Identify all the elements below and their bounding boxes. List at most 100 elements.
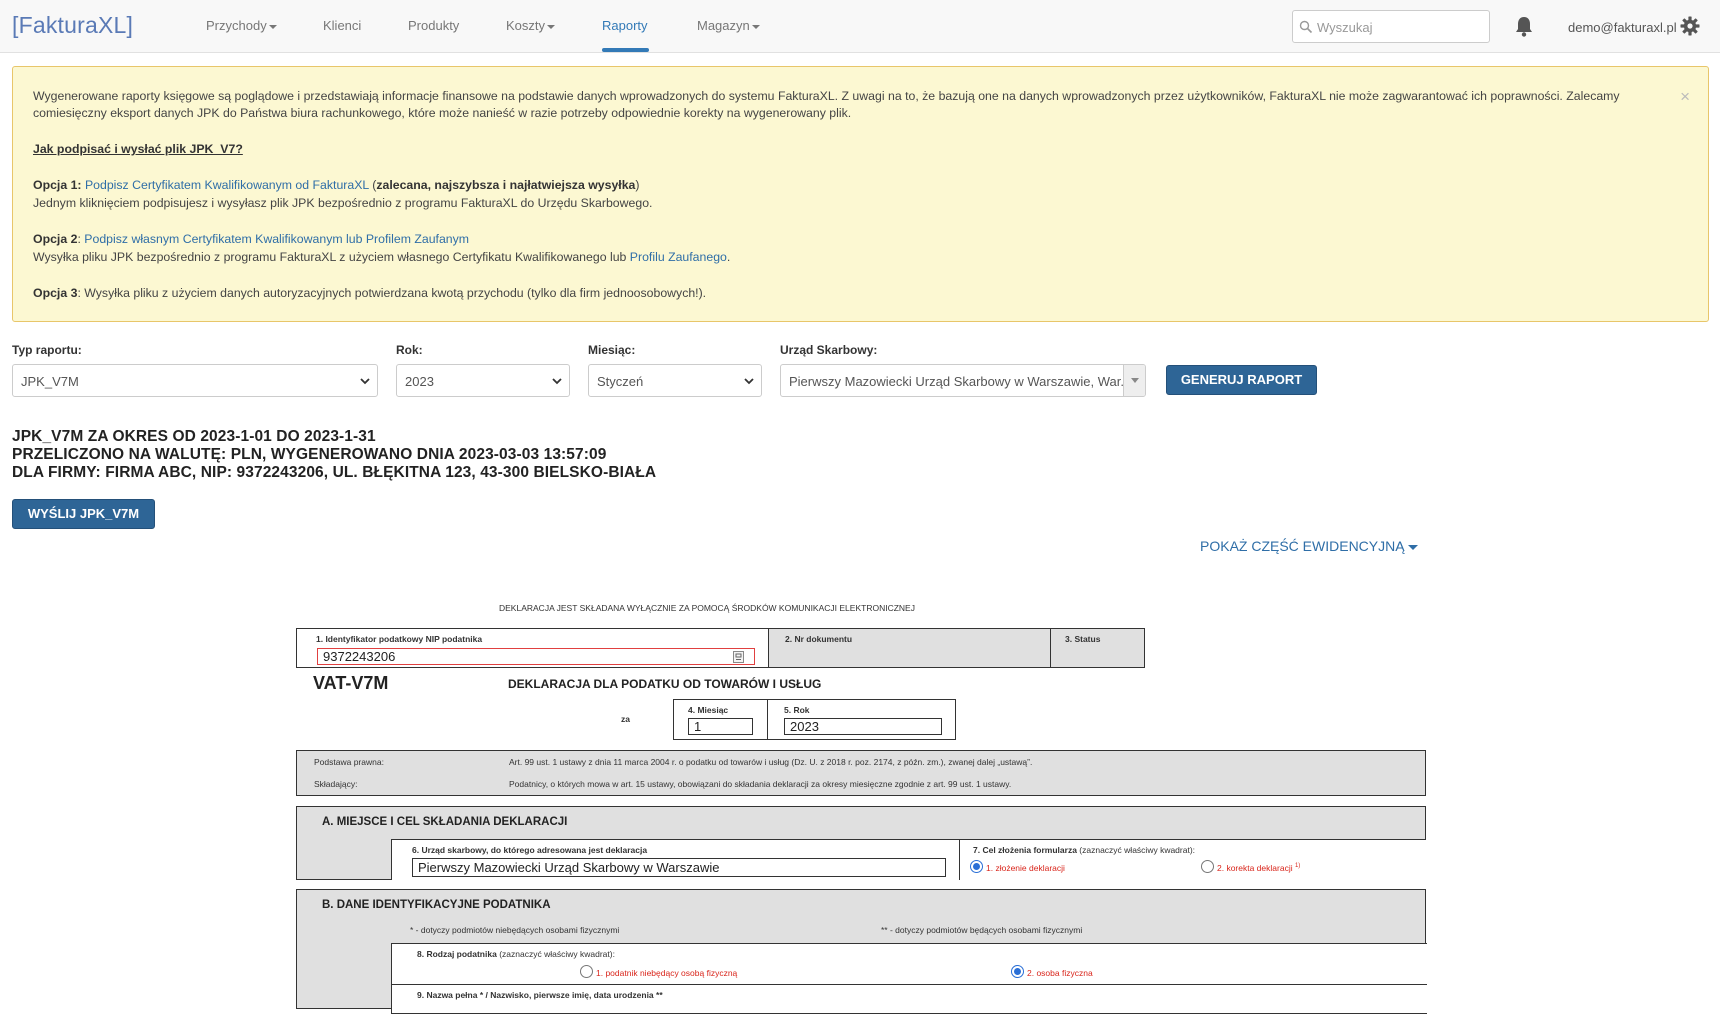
caret-down-icon [1407,544,1418,550]
field-7-box: 7. Cel złożenia formularza (zaznaczyć wł… [959,839,1426,880]
year-input[interactable]: 2023 [784,718,942,735]
option2-label: Opcja 2 [33,232,78,246]
tax-office-input[interactable]: Pierwszy Mazowiecki Urząd Skarbowy w War… [412,858,946,877]
field-7-label: 7. Cel złożenia formularza (zaznaczyć wł… [973,845,1195,855]
legal-basis-text: Art. 99 ust. 1 ustawy z dnia 11 marca 20… [509,757,1033,767]
active-tab-indicator [602,48,649,52]
field-3-label: 3. Status [1065,634,1101,644]
search-box [1292,10,1490,43]
month-value: Styczeń [597,374,644,389]
purpose-radio-correction[interactable] [1201,860,1214,873]
purpose-option-correction-sup: 1) [1294,863,1301,870]
field-5-label: 5. Rok [784,705,810,715]
tax-office-label: Urząd Skarbowy: [780,343,878,357]
purpose-option-correction: 2. korekta deklaracji 1) [1217,863,1300,873]
brand-logo[interactable]: [FakturaXL] [12,12,133,39]
report-company: DLA FIRMY: FIRMA ABC, NIP: 9372243206, U… [12,464,657,481]
report-type-value: JPK_V7M [21,374,79,389]
caret-down-icon [268,24,277,29]
form-header-note: DEKLARACJA JEST SKŁADANA WYŁĄCZNIE ZA PO… [499,603,915,613]
nav-label: Przychody [206,18,267,33]
gear-icon[interactable] [1680,16,1700,36]
alert-option2-desc: Wysyłka pliku JPK bezpośrednio z program… [33,250,731,264]
alert-howto: Jak podpisać i wysłać plik JPK_V7? [33,140,243,158]
purpose-option-submit: 1. złożenie deklaracji [986,863,1065,873]
alert-intro-line1: Wygenerowane raporty księgowe są poglądo… [33,89,1620,103]
report-currency: PRZELICZONO NA WALUTĘ: PLN, WYGENEROWANO… [12,446,607,463]
alert-option2: Opcja 2: Podpisz własnym Certyfikatem Kw… [33,232,470,246]
option2-link[interactable]: Podpisz własnym Certyfikatem Kwalifikowa… [84,232,469,246]
nav-koszty[interactable]: Koszty [506,18,556,33]
field-2-box: 2. Nr dokumentu [768,628,1051,668]
generate-report-button[interactable]: GENERUJ RAPORT [1166,365,1317,395]
nav-label: Raporty [602,18,648,33]
bell-icon[interactable] [1514,15,1534,37]
note-legal-entity: * - dotyczy podmiotów niebędących osobam… [410,925,620,935]
note-natural-person: ** - dotyczy podmiotów będących osobami … [881,925,1083,935]
top-navbar: [FakturaXL] Przychody Klienci Produkty K… [0,0,1720,53]
nav-przychody[interactable]: Przychody [206,18,277,33]
period-za: za [621,714,630,724]
field-9-box: 9. Nazwa pełna * / Nazwisko, pierwsze im… [391,984,1427,1014]
report-type-label: Typ raportu: [12,343,82,357]
report-period: JPK_V7M ZA OKRES OD 2023-1-01 DO 2023-1-… [12,428,376,445]
close-icon[interactable]: × [1680,87,1690,107]
purpose-option-correction-text: 2. korekta deklaracji [1217,863,1293,873]
chevron-down-icon [552,378,562,385]
year-label: Rok: [396,343,423,357]
month-select[interactable]: Styczeń [588,364,762,397]
taxpayer-radio-entity[interactable] [580,965,593,978]
nav-label: Produkty [408,18,460,33]
user-email[interactable]: demo@fakturaxl.pl [1568,20,1677,35]
field-1-box: 1. Identyfikator podatkowy NIP podatnika… [296,628,769,668]
tax-office-select[interactable]: Pierwszy Mazowiecki Urząd Skarbowy w War… [780,364,1146,397]
nav-label: Koszty [506,18,546,33]
taxpayer-radio-person[interactable] [1011,965,1024,978]
alert-option1-desc: Jednym kliknięciem podpisujesz i wysyłas… [33,196,653,210]
section-b-title: B. DANE IDENTYFIKACYJNE PODATNIKA [322,899,551,911]
field-6-box: 6. Urząd skarbowy, do którego adresowana… [391,839,960,880]
send-jpk-button[interactable]: WYŚLIJ JPK_V7M [12,499,155,529]
info-alert: × Wygenerowane raporty księgowe są poglą… [12,66,1709,322]
caret-down-icon [751,24,760,29]
option3-label: Opcja 3 [33,286,78,300]
alert-option3: Opcja 3: Wysyłka pliku z użyciem danych … [33,284,706,302]
option3-desc: : Wysyłka pliku z użyciem danych autoryz… [77,286,707,300]
nav-klienci[interactable]: Klienci [323,18,361,33]
howto-link[interactable]: Jak podpisać i wysłać plik JPK_V7? [33,142,243,156]
show-records-toggle[interactable]: POKAŻ CZĘŚĆ EWIDENCYJNĄ [1200,538,1418,554]
year-select[interactable]: 2023 [396,364,570,397]
form-title: DEKLARACJA DLA PODATKU OD TOWARÓW I USŁU… [508,677,822,691]
nav-produkty[interactable]: Produkty [408,18,459,33]
nav-magazyn[interactable]: Magazyn [697,18,760,33]
tax-office-value: Pierwszy Mazowiecki Urząd Skarbowy w War… [789,374,1132,389]
report-type-select[interactable]: JPK_V7M [12,364,378,397]
field-6-label: 6. Urząd skarbowy, do którego adresowana… [412,845,648,855]
search-input[interactable] [1317,17,1482,37]
combo-toggle[interactable] [1123,365,1145,396]
field-4-box: 4. Miesiąc 1 [673,699,768,740]
month-input[interactable]: 1 [688,718,753,735]
section-a-title: A. MIEJSCE I CEL SKŁADANIA DEKLARACJI [322,816,568,828]
search-icon [1299,20,1313,34]
keyboard-icon [733,651,744,663]
nav-label: Magazyn [697,18,750,33]
legal-basis-label: Podstawa prawna: [314,757,384,767]
field-5-box: 5. Rok 2023 [767,699,956,740]
caret-down-icon [1131,378,1139,383]
nav-label: Klienci [323,18,362,33]
field-9-label: 9. Nazwa pełna * / Nazwisko, pierwsze im… [417,990,663,1000]
field-8-box: 8. Rodzaj podatnika (zaznaczyć właściwy … [391,943,1427,985]
option1-note: zalecana, najszybsza i najłatwiejsza wys… [376,178,636,192]
nav-raporty[interactable]: Raporty [602,18,648,33]
purpose-radio-submit[interactable] [970,860,983,873]
nip-input[interactable]: 9372243206 [317,648,755,665]
taxpayer-option-person: 2. osoba fizyczna [1027,968,1093,978]
profil-zaufany-link[interactable]: Profilu Zaufanego [630,250,727,264]
year-value: 2023 [405,374,434,389]
section-a: A. MIEJSCE I CEL SKŁADANIA DEKLARACJI 6.… [296,806,1426,880]
nip-value: 9372243206 [323,649,396,664]
option1-link[interactable]: Podpisz Certyfikatem Kwalifikowanym od F… [85,178,369,192]
field-8-label: 8. Rodzaj podatnika (zaznaczyć właściwy … [417,949,615,959]
filer-text: Podatnicy, o których mowa w art. 15 usta… [509,779,1012,789]
